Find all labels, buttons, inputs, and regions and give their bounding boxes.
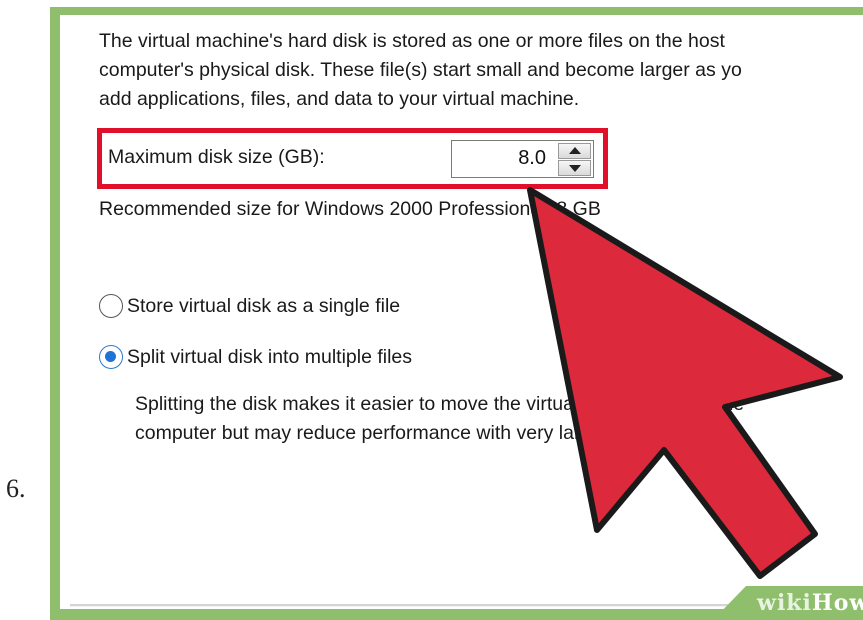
screenshot-frame: The virtual machine's hard disk is store… bbox=[50, 7, 863, 620]
arrow-cursor-icon bbox=[527, 187, 843, 579]
watermark-wiki: wiki bbox=[757, 590, 812, 616]
step-number: 6. bbox=[6, 474, 26, 503]
watermark-text: wikiHow bbox=[757, 590, 863, 616]
watermark-how: How bbox=[811, 590, 863, 616]
dialog-panel: The virtual machine's hard disk is store… bbox=[60, 15, 863, 609]
